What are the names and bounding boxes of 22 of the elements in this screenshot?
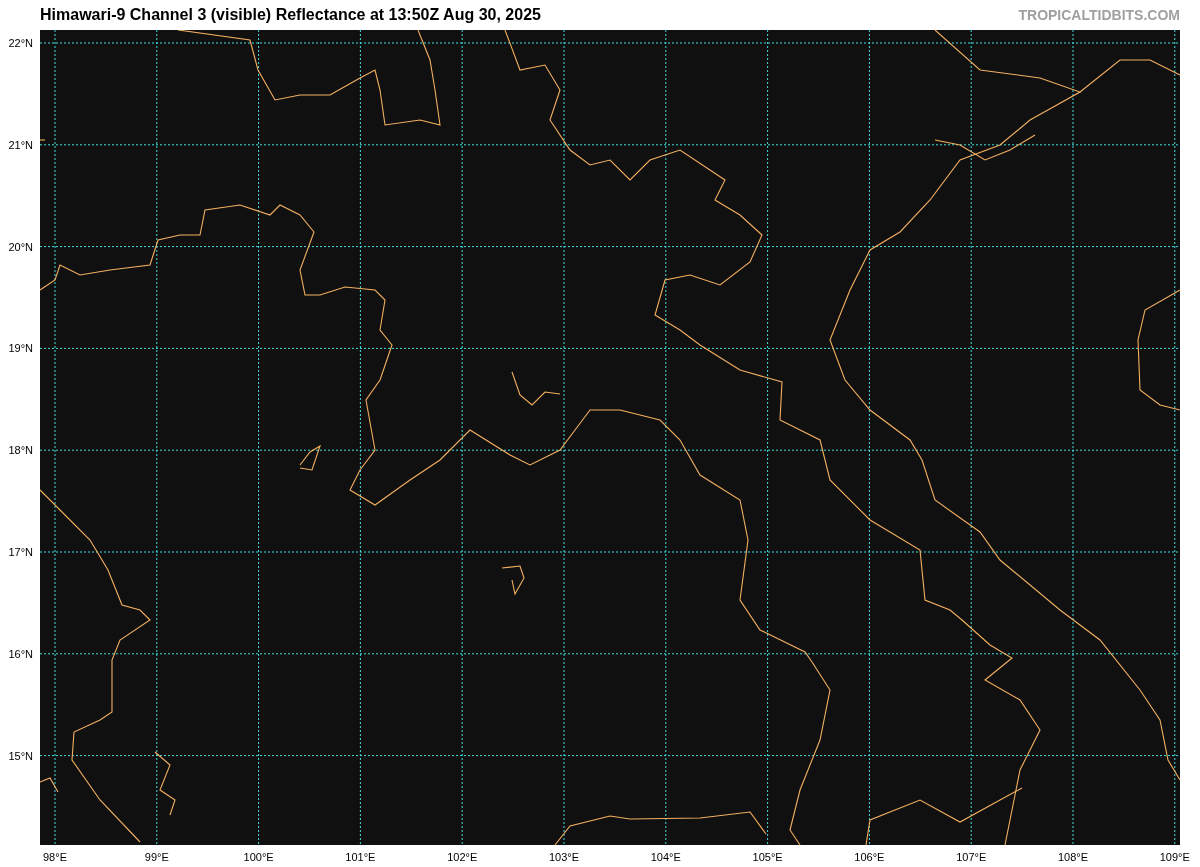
longitude-label: 98°E	[43, 851, 67, 863]
longitude-label: 99°E	[144, 851, 169, 863]
longitude-label: 103°E	[548, 851, 580, 863]
latitude-label: 15°N	[8, 749, 33, 762]
longitude-label: 101°E	[345, 851, 376, 863]
latitude-label: 18°N	[8, 444, 33, 457]
site-credit: TROPICALTIDBITS.COM	[1018, 7, 1180, 23]
map-title: Himawari-9 Channel 3 (visible) Reflectance at 13:50Z Aug 30, 2025	[40, 6, 541, 24]
longitude-label: 108°E	[1057, 851, 1089, 863]
latitude-label: 19°N	[8, 342, 33, 355]
latitude-label: 22°N	[8, 37, 33, 49]
latitude-label: 20°N	[8, 240, 33, 253]
longitude-label: 102°E	[447, 851, 478, 863]
longitude-label: 104°E	[650, 851, 681, 863]
longitude-label: 107°E	[956, 851, 987, 863]
latitude-label: 17°N	[8, 546, 33, 558]
latitude-label: 16°N	[8, 647, 33, 660]
latitude-label: 21°N	[8, 138, 33, 151]
longitude-label: 105°E	[752, 851, 783, 863]
longitude-label: 109°E	[1159, 851, 1190, 863]
longitude-label: 100°E	[243, 851, 274, 863]
longitude-label: 106°E	[854, 851, 885, 863]
